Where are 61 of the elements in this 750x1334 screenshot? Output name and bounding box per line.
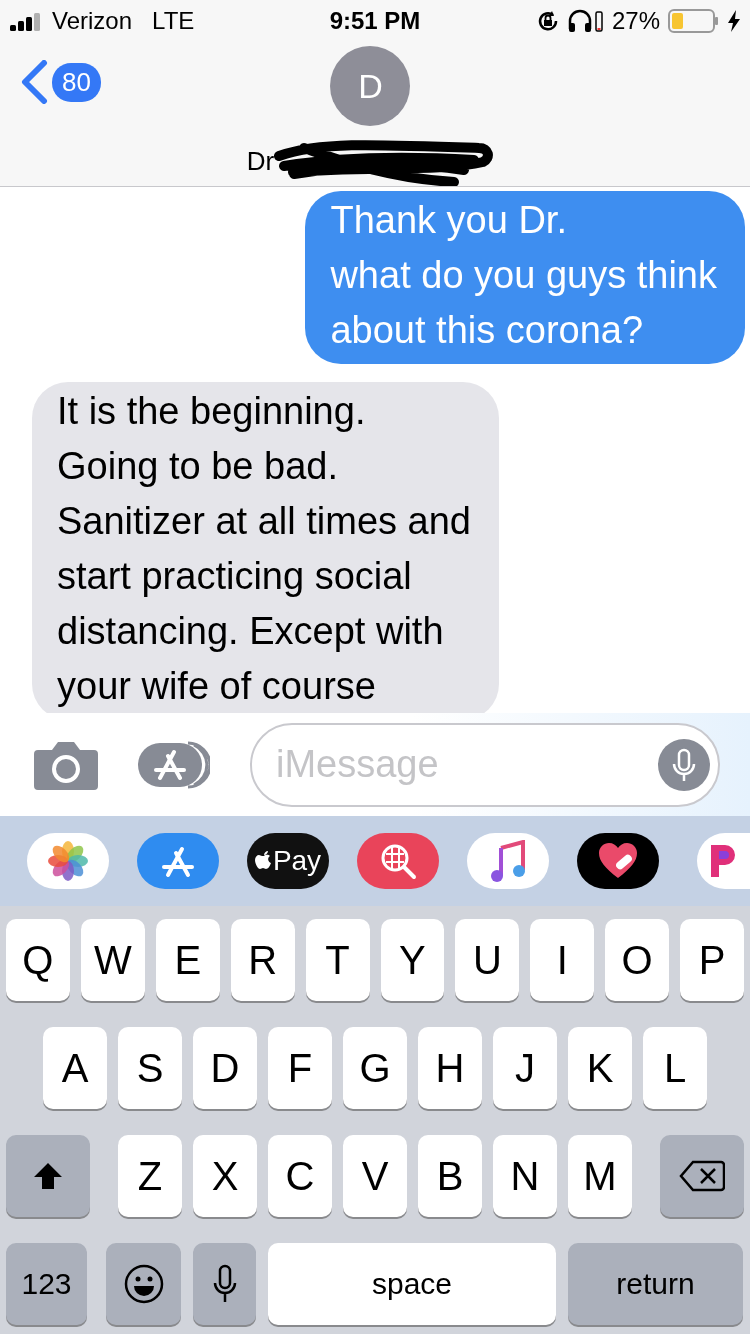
letter-key[interactable]: H: [418, 1027, 482, 1109]
app-store-icon[interactable]: [138, 739, 210, 790]
letter-key[interactable]: N: [493, 1135, 557, 1217]
backspace-icon: [679, 1160, 725, 1192]
unread-count-badge[interactable]: 80: [52, 62, 101, 102]
music-app-button[interactable]: [467, 833, 549, 889]
web-search-app-button[interactable]: [357, 833, 439, 889]
battery-icon: [668, 9, 720, 33]
letter-key[interactable]: U: [455, 919, 520, 1001]
space-key[interactable]: space: [268, 1243, 556, 1325]
heart-icon: [597, 842, 639, 880]
battery-percent: 27%: [611, 7, 660, 35]
dictation-key[interactable]: [193, 1243, 256, 1325]
letter-key[interactable]: L: [643, 1027, 707, 1109]
letter-key[interactable]: E: [155, 919, 220, 1001]
heart-app-button[interactable]: [577, 833, 659, 889]
letter-key[interactable]: C: [268, 1135, 332, 1217]
shift-key[interactable]: [6, 1135, 90, 1217]
letter-key[interactable]: W: [80, 919, 145, 1001]
letter-key[interactable]: Q: [5, 919, 70, 1001]
microphone-icon: [212, 1264, 237, 1304]
letter-key[interactable]: J: [493, 1027, 557, 1109]
headphones-icon: [567, 9, 604, 33]
apple-icon: [254, 850, 273, 872]
return-key[interactable]: return: [568, 1243, 743, 1325]
network-type: LTE: [152, 7, 195, 35]
letter-key[interactable]: O: [605, 919, 670, 1001]
letter-key[interactable]: K: [568, 1027, 632, 1109]
contact-name[interactable]: Dr: [246, 145, 275, 177]
shift-arrow-icon: [32, 1161, 64, 1191]
flower-icon: [48, 841, 88, 881]
delete-key[interactable]: [660, 1135, 744, 1217]
letter-key[interactable]: B: [418, 1135, 482, 1217]
app-store-button[interactable]: [137, 833, 219, 889]
microphone-icon[interactable]: [658, 738, 710, 791]
letter-key[interactable]: Z: [118, 1135, 182, 1217]
apple-pay-button[interactable]: Pay: [247, 833, 329, 889]
letter-key[interactable]: R: [230, 919, 295, 1001]
emoji-key[interactable]: [106, 1243, 181, 1325]
letter-key[interactable]: M: [568, 1135, 632, 1217]
camera-icon[interactable]: [34, 739, 98, 790]
letter-key[interactable]: F: [268, 1027, 332, 1109]
photos-app-button[interactable]: [27, 833, 109, 889]
smiley-icon: [122, 1263, 165, 1305]
letter-key[interactable]: G: [343, 1027, 407, 1109]
music-note-icon: [491, 840, 525, 882]
letter-key[interactable]: D: [193, 1027, 257, 1109]
letter-key[interactable]: I: [530, 919, 595, 1001]
sent-message-bubble: Thank you Dr. what do you guys think about this corona?: [305, 191, 745, 364]
letter-key[interactable]: S: [118, 1027, 182, 1109]
carrier-name: Verizon: [52, 7, 133, 35]
letter-key[interactable]: V: [343, 1135, 407, 1217]
clock-time: 9:51 PM: [329, 7, 421, 35]
numbers-key[interactable]: 123: [6, 1243, 87, 1325]
letter-key[interactable]: Y: [380, 919, 445, 1001]
letter-key[interactable]: P: [680, 919, 745, 1001]
letter-key[interactable]: X: [193, 1135, 257, 1217]
letter-key[interactable]: A: [43, 1027, 107, 1109]
back-chevron-icon[interactable]: [20, 60, 50, 104]
app-logo-icon: [711, 845, 735, 877]
letter-key[interactable]: T: [305, 919, 370, 1001]
